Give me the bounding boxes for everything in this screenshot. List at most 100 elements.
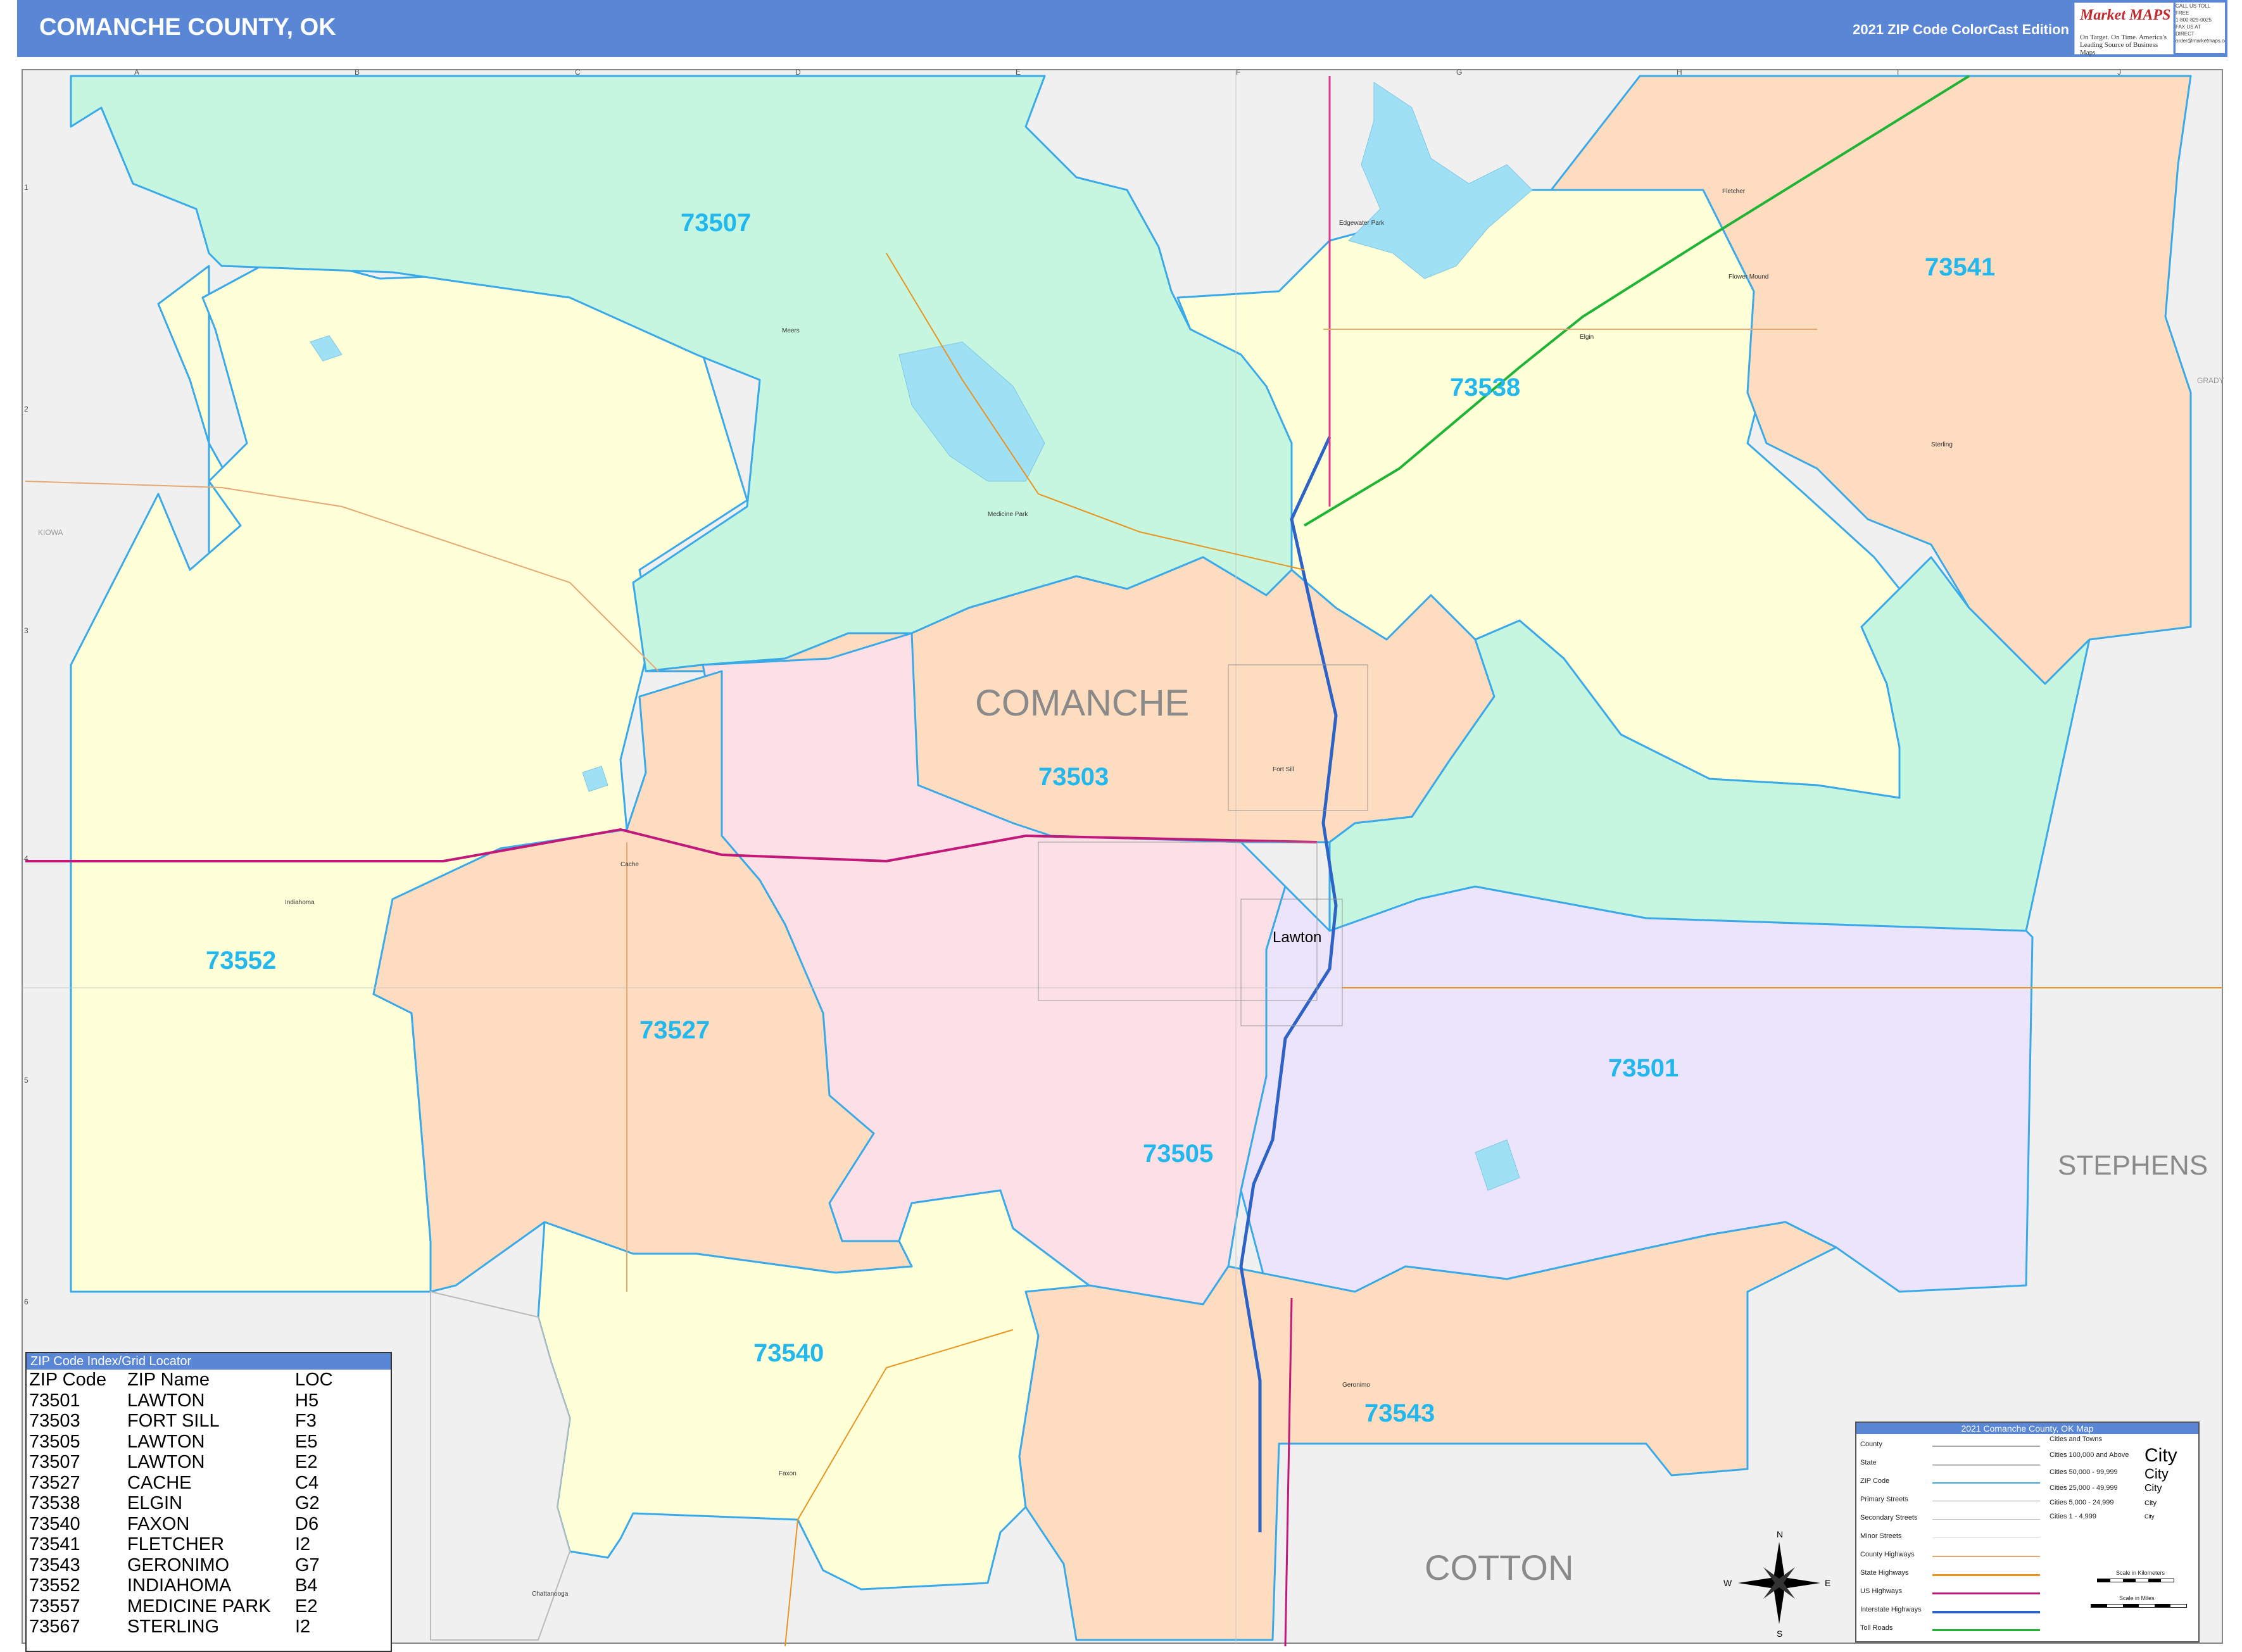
county-label: COMANCHE <box>975 683 1189 724</box>
zip-label: 73503 <box>1038 763 1109 791</box>
name-cell: ELGIN <box>127 1493 183 1513</box>
col-header-zip: ZIP Code <box>29 1370 106 1390</box>
compass-s: S <box>1777 1629 1782 1639</box>
grid-col-label: B <box>355 68 360 77</box>
name-cell: LAWTON <box>127 1431 205 1452</box>
loc-cell: E2 <box>295 1452 318 1472</box>
zip-cell: 73527 <box>29 1472 80 1493</box>
scale-mi-label: Scale in Miles <box>2119 1595 2155 1601</box>
col-header-loc: LOC <box>295 1370 333 1390</box>
place-label: Elgin <box>1580 334 1594 341</box>
grid-col-label: G <box>1456 68 1462 77</box>
name-cell: FAXON <box>127 1513 190 1534</box>
table-row: 73507 LAWTON E2 <box>29 1452 384 1473</box>
legend-item: Secondary Streets <box>1860 1514 1918 1522</box>
grid-col-label: E <box>1016 68 1021 77</box>
legend-item: Interstate Highways <box>1860 1606 1922 1613</box>
map-legend: 2021 Comanche County, OK Map County Stat… <box>1855 1422 2200 1643</box>
neighbor-county-label-small: KIOWA <box>38 528 63 537</box>
name-cell: FLETCHER <box>127 1534 225 1554</box>
zip-label: 73507 <box>681 209 751 237</box>
neighbor-county-label-small: GRADY <box>2197 376 2224 385</box>
scale-km-bar <box>2097 1579 2174 1582</box>
city-size-item: Cities 1 - 4,999 <box>2050 1513 2096 1520</box>
legend-item: County Highways <box>1860 1551 1915 1558</box>
scale-mi-bar <box>2091 1604 2187 1608</box>
zip-index-table: ZIP Code ZIP Name LOC 73501 LAWTON H5 7350… <box>29 1370 384 1637</box>
zip-cell: 73501 <box>29 1390 80 1411</box>
legend-swatch-toll <box>1932 1629 2040 1631</box>
name-cell: LAWTON <box>127 1452 205 1472</box>
name-cell: LAWTON <box>127 1390 205 1411</box>
place-label: Meers <box>782 327 800 334</box>
loc-cell: G2 <box>295 1493 320 1513</box>
place-label: Cache <box>620 861 639 868</box>
compass-w: W <box>1723 1578 1732 1588</box>
place-label: Flower Mound <box>1729 274 1768 281</box>
name-cell: STERLING <box>127 1617 220 1637</box>
grid-row-label: 2 <box>24 405 28 413</box>
loc-cell: B4 <box>295 1575 318 1596</box>
legend-swatch-zip <box>1932 1482 2040 1484</box>
legend-swatch-interstate <box>1932 1611 2040 1613</box>
city-sample-medium: City <box>2144 1466 2169 1482</box>
zip-label: 73552 <box>206 947 276 974</box>
place-label: Indiahoma <box>285 899 315 906</box>
loc-cell: G7 <box>295 1554 320 1575</box>
neighbor-county-label: STEPHENS <box>2058 1150 2208 1181</box>
grid-row-label: 6 <box>24 1297 28 1306</box>
cities-header: Cities and Towns <box>2050 1435 2102 1443</box>
zip-cell: 73557 <box>29 1596 80 1617</box>
table-row: 73501 LAWTON H5 <box>29 1390 384 1411</box>
zip-label: 73543 <box>1364 1399 1435 1427</box>
zip-index-header-row: ZIP Code ZIP Name LOC <box>29 1370 384 1390</box>
zip-label: 73540 <box>753 1339 824 1367</box>
legend-item: Toll Roads <box>1860 1624 1893 1632</box>
zip-index-panel: ZIP Code Index/Grid Locator ZIP Code ZIP… <box>25 1352 392 1652</box>
name-cell: INDIAHOMA <box>127 1575 232 1596</box>
legend-item: US Highways <box>1860 1587 1903 1595</box>
city-label-lawton: Lawton <box>1273 929 1321 946</box>
place-label: Edgewater Park <box>1339 220 1385 227</box>
city-sample-tiny: City <box>2144 1513 2155 1520</box>
zip-cell: 73541 <box>29 1534 80 1554</box>
name-cell: FORT SILL <box>127 1411 220 1431</box>
city-size-item: Cities 25,000 - 49,999 <box>2050 1484 2118 1492</box>
grid-col-label: A <box>134 68 139 77</box>
zip-cell: 73505 <box>29 1431 80 1452</box>
legend-swatch-minor <box>1932 1537 2040 1538</box>
legend-item: ZIP Code <box>1860 1477 1890 1485</box>
name-cell: MEDICINE PARK <box>127 1596 271 1617</box>
zip-cell: 73538 <box>29 1493 80 1513</box>
zip-label: 73501 <box>1608 1054 1678 1082</box>
grid-col-label: D <box>795 68 801 77</box>
table-row: 73505 LAWTON E5 <box>29 1432 384 1453</box>
table-row: 73557 MEDICINE PARK E2 <box>29 1596 384 1617</box>
neighbor-county-label: COTTON <box>1425 1548 1573 1587</box>
zip-cell: 73507 <box>29 1452 80 1472</box>
zip-label: 73541 <box>1925 253 1995 281</box>
zip-cell: 73543 <box>29 1554 80 1575</box>
city-size-item: Cities 5,000 - 24,999 <box>2050 1499 2114 1506</box>
legend-swatch-us-hwy <box>1932 1592 2040 1594</box>
zip-cell: 73552 <box>29 1575 80 1596</box>
zip-cell: 73503 <box>29 1411 80 1431</box>
place-label: Geronimo <box>1342 1382 1370 1389</box>
zip-index-title: ZIP Code Index/Grid Locator <box>27 1353 391 1370</box>
zip-area-73501 <box>1240 885 2034 1293</box>
legend-swatch-state-hwy <box>1932 1574 2040 1576</box>
city-size-item: Cities 100,000 and Above <box>2050 1451 2129 1459</box>
city-sample-small: City <box>2144 1483 2162 1494</box>
grid-col-label: C <box>575 68 581 77</box>
zip-label: 73505 <box>1143 1140 1213 1168</box>
legend-swatch-county-hwy <box>1932 1556 2040 1557</box>
grid-col-label: I <box>1897 68 1899 77</box>
city-size-item: Cities 50,000 - 99,999 <box>2050 1468 2118 1476</box>
legend-item: State Highways <box>1860 1569 1909 1577</box>
legend-swatch-state <box>1932 1464 2040 1466</box>
zip-cell: 73540 <box>29 1513 80 1534</box>
table-row: 73540 FAXON D6 <box>29 1514 384 1535</box>
loc-cell: C4 <box>295 1472 319 1493</box>
loc-cell: F3 <box>295 1411 317 1431</box>
compass-n: N <box>1777 1529 1783 1539</box>
